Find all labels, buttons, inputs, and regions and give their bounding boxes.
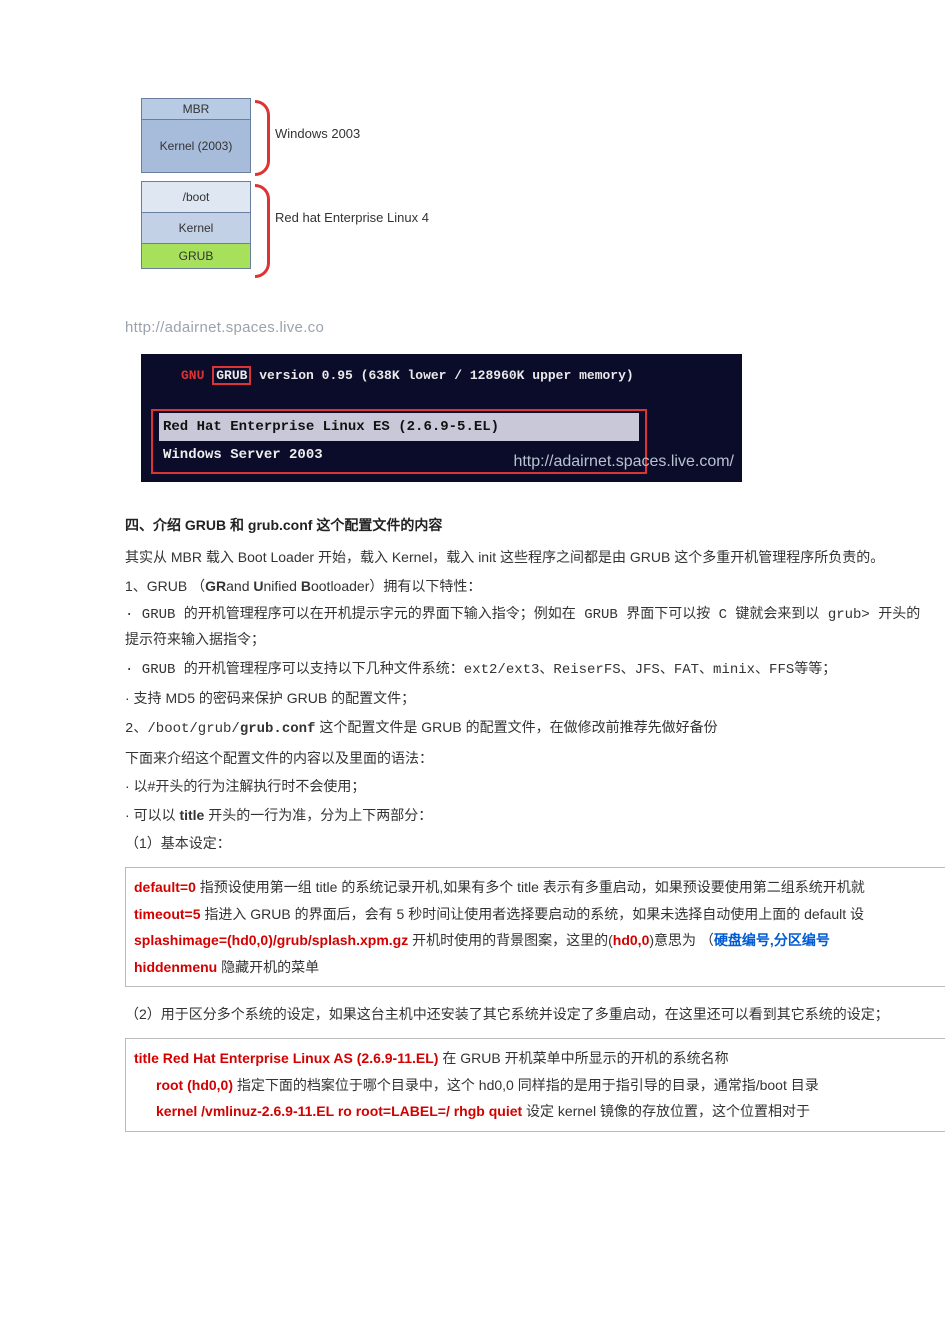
paragraph-intro: 其实从 MBR 载入 Boot Loader 开始，载入 Kernel，载入 i…: [125, 544, 925, 571]
config-box-basic: default=0 指预设使用第一组 title 的系统记录开机,如果有多个 t…: [125, 867, 945, 987]
diagram-label-linux: Red hat Enterprise Linux 4: [275, 210, 429, 227]
cfg-title-txt: 在 GRUB 开机菜单中所显示的开机的系统名称: [438, 1050, 728, 1066]
boot-stack-diagram: MBR Kernel (2003) /boot Kernel GRUB Wind…: [125, 60, 925, 350]
bracket-linux: [255, 184, 270, 278]
cfg-hidden-key: hiddenmenu: [134, 959, 217, 975]
bullet-2: · GRUB 的开机管理程序可以支持以下几种文件系统：ext2/ext3、Rei…: [125, 657, 925, 684]
txt: 开头的一行为准，分为上下两部分：: [204, 807, 432, 823]
txt: 2、/boot/grub/: [125, 721, 240, 737]
paragraph-grubconf: 2、/boot/grub/grub.conf 这个配置文件是 GRUB 的配置文…: [125, 714, 925, 743]
cfg-hidden-txt: 隐藏开机的菜单: [217, 959, 319, 975]
diagram-box-mbr: MBR: [141, 98, 251, 120]
bullet-3: · 支持 MD5 的密码来保护 GRUB 的配置文件；: [125, 685, 925, 712]
cfg-splash-txt: 开机时使用的背景图案，这里的(: [408, 932, 613, 948]
config-box-title: title Red Hat Enterprise Linux AS (2.6.9…: [125, 1038, 945, 1132]
cfg-root-key: root (hd0,0): [156, 1077, 233, 1093]
diagram-watermark: http://adairnet.spaces.live.co: [125, 314, 324, 343]
txt: and: [226, 578, 253, 594]
terminal-watermark: http://adairnet.spaces.live.com/: [513, 447, 734, 477]
txt: 1、GRUB （: [125, 578, 205, 594]
subhead-basic: （1）基本设定：: [125, 830, 925, 857]
txt: · 可以以: [125, 807, 179, 823]
bold-u: U: [253, 578, 263, 594]
grub-version-line: version 0.95 (638K lower / 128960K upper…: [251, 368, 633, 383]
grub-entry-selected: Red Hat Enterprise Linux ES (2.6.9-5.EL): [159, 413, 639, 442]
bullet-title: · 可以以 title 开头的一行为准，分为上下两部分：: [125, 802, 925, 829]
cfg-splash-blue: 硬盘编号,分区编号: [714, 932, 830, 948]
cfg-title-key: title Red Hat Enterprise Linux AS (2.6.9…: [134, 1050, 438, 1066]
cfg-default-txt: 指预设使用第一组 title 的系统记录开机,如果有多个 title 表示有多重…: [196, 879, 865, 895]
subhead-multi: （2）用于区分多个系统的设定，如果这台主机中还安装了其它系统并设定了多重启动，在…: [125, 1001, 925, 1028]
txt: 这个配置文件是 GRUB 的配置文件，在做修改前推荐先做好备份: [315, 719, 717, 735]
cfg-timeout-key: timeout=5: [134, 906, 201, 922]
cfg-splash-key: splashimage=(hd0,0)/grub/splash.xpm.gz: [134, 932, 408, 948]
diagram-box-boot: /boot: [141, 181, 251, 213]
cfg-default-key: default=0: [134, 879, 196, 895]
diagram-box-kernel: Kernel: [141, 213, 251, 244]
paragraph-intro-syntax: 下面来介绍这个配置文件的内容以及里面的语法：: [125, 745, 925, 772]
cfg-kernel-key: kernel /vmlinuz-2.6.9-11.EL ro root=LABE…: [156, 1103, 522, 1119]
cfg-splash-txt2: )意思为 （: [649, 932, 714, 948]
diagram-label-windows: Windows 2003: [275, 126, 360, 143]
paragraph-grub-name: 1、GRUB （GRand Unified Bootloader）拥有以下特性：: [125, 573, 925, 600]
bullet-comment: · 以#开头的行为注解执行时不会使用；: [125, 773, 925, 800]
bold-gr: GR: [205, 578, 226, 594]
cfg-timeout-txt: 指进入 GRUB 的界面后，会有 5 秒时间让使用者选择要启动的系统，如果未选择…: [201, 906, 865, 922]
bold-title: title: [179, 807, 204, 823]
bold-grubconf: grub.conf: [240, 721, 316, 737]
cfg-kernel-txt: 设定 kernel 镜像的存放位置，这个位置相对于: [522, 1103, 810, 1119]
diagram-box-grub: GRUB: [141, 244, 251, 269]
grub-highlight-word: GRUB: [212, 366, 251, 385]
bullet-1: · GRUB 的开机管理程序可以在开机提示字元的界面下输入指令；例如在 GRUB…: [125, 602, 925, 655]
grub-terminal: GNU GRUB version 0.95 (638K lower / 1289…: [141, 354, 742, 482]
section-heading: 四、介绍 GRUB 和 grub.conf 这个配置文件的内容: [125, 512, 925, 539]
txt: nified: [264, 578, 301, 594]
txt: ootloader）拥有以下特性：: [311, 578, 481, 594]
cfg-root-txt: 指定下面的档案位于哪个目录中，这个 hd0,0 同样指的是用于指引导的目录，通常…: [233, 1077, 819, 1093]
cfg-splash-hd: hd0,0: [613, 932, 650, 948]
diagram-box-kernel2003: Kernel (2003): [141, 120, 251, 173]
bold-b: B: [301, 578, 311, 594]
grub-prefix: GNU: [181, 368, 204, 383]
bracket-windows: [255, 100, 270, 176]
